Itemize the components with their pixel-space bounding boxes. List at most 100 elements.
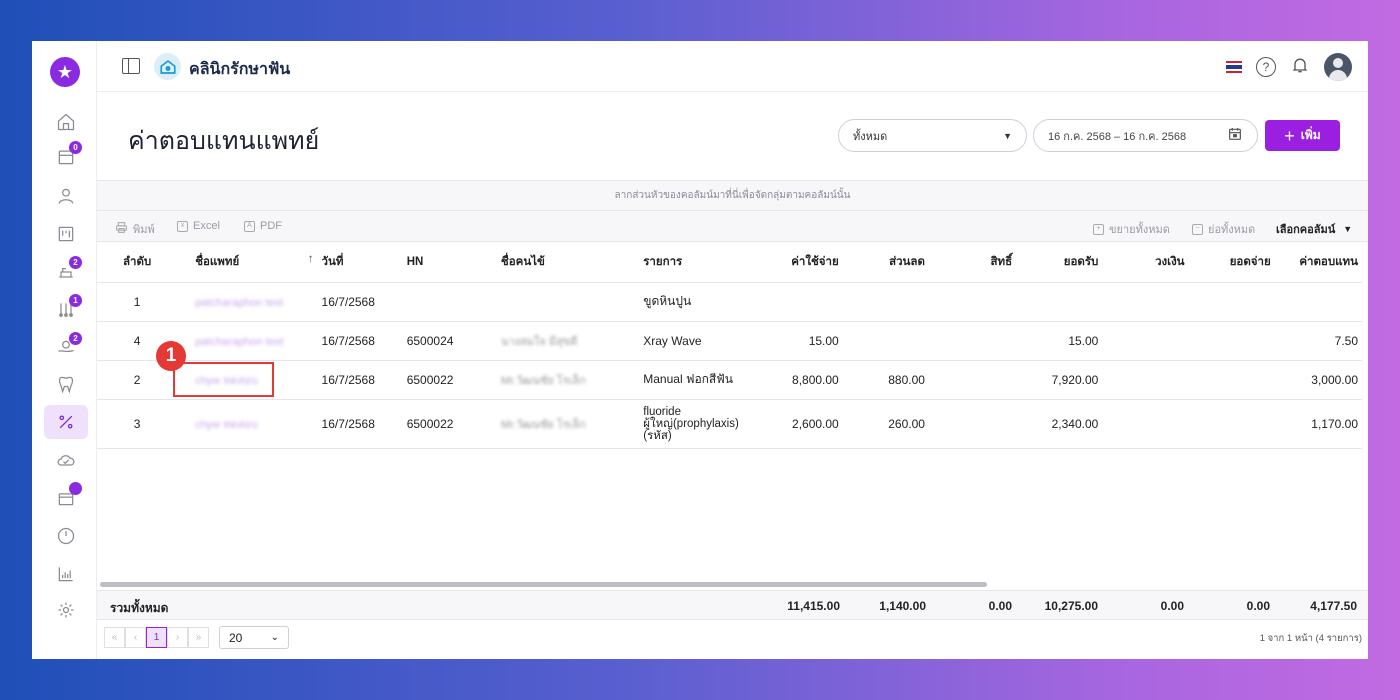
item-line: fluoride <box>643 405 681 418</box>
expand-all-button[interactable]: + ขยายทั้งหมด <box>1093 220 1170 238</box>
table-row[interactable]: 3 chyw ทดสอบ 16/7/2568 6500022 Mr.วัฒนชั… <box>97 399 1362 449</box>
cell-hn <box>396 282 491 322</box>
home-icon[interactable] <box>44 105 88 139</box>
page-size-select[interactable]: 20 ⌄ <box>219 626 289 649</box>
last-page-button[interactable]: » <box>188 627 209 648</box>
cell-date: 16/7/2568 <box>317 321 397 361</box>
horizontal-scrollbar[interactable] <box>100 582 987 587</box>
collapse-icon: − <box>1192 223 1203 235</box>
app-logo-star-icon[interactable]: ★ <box>50 57 80 87</box>
item-line: (รหัส) <box>643 429 672 442</box>
col-header-no[interactable]: ลำดับ <box>97 242 178 283</box>
doctor-name[interactable]: patcharaphon test <box>195 297 283 309</box>
table-row[interactable]: 2 chyw ทดสอบ 16/7/2568 6500022 Mr.วัฒนชั… <box>97 360 1362 400</box>
chevron-down-icon: ⌄ <box>270 632 279 643</box>
col-header-received[interactable]: ยอดรับ <box>1016 242 1103 283</box>
cell-fee: 3,000.00 <box>1274 360 1362 400</box>
prev-page-button[interactable]: ‹ <box>125 627 146 648</box>
page-number-button[interactable]: 1 <box>146 627 167 648</box>
col-header-right[interactable]: สิทธิ์ <box>928 242 1017 283</box>
doctor-filter-value: ทั้งหมด <box>853 130 888 143</box>
add-button[interactable]: + เพิ่ม <box>1265 120 1340 151</box>
cell-cost: 8,800.00 <box>778 360 843 400</box>
calendar-icon[interactable]: 0 <box>44 140 88 174</box>
toggle-sidebar-icon[interactable] <box>122 58 140 74</box>
sort-ascending-icon: ↑ <box>307 252 314 265</box>
cell-doctor[interactable]: patcharaphon test <box>177 321 318 361</box>
dental-chair-icon[interactable]: 2 <box>44 255 88 289</box>
tooth-icon[interactable] <box>44 367 88 401</box>
table-row[interactable]: 1 patcharaphon test 16/7/2568 ขูดหินปูน <box>97 282 1362 322</box>
pdf-button[interactable]: A PDF <box>244 220 282 232</box>
first-page-button[interactable]: « <box>104 627 125 648</box>
tools-icon[interactable]: 1 <box>44 293 88 327</box>
col-header-discount[interactable]: ส่วนลด <box>842 242 929 283</box>
cell-received <box>1016 282 1103 322</box>
box-icon[interactable] <box>44 481 88 515</box>
cell-hn: 6500024 <box>396 321 491 361</box>
caret-down-icon: ▼ <box>1003 130 1012 141</box>
col-header-date[interactable]: วันที่ <box>317 242 397 283</box>
choose-columns-button[interactable]: เลือกคอลัมน์ ▼ <box>1276 220 1352 238</box>
cloud-check-icon[interactable] <box>44 443 88 477</box>
help-icon[interactable]: ? <box>1256 57 1276 77</box>
col-header-hn[interactable]: HN <box>396 242 491 283</box>
collapse-all-button[interactable]: − ย่อทั้งหมด <box>1192 220 1255 238</box>
col-header-item[interactable]: รายการ <box>633 242 779 283</box>
table-header-row: ลำดับ ชื่อแพทย์ ↑ วันที่ HN ชื่อคนไข้ รา… <box>97 242 1362 283</box>
cell-cost <box>778 282 843 322</box>
col-header-patient[interactable]: ชื่อคนไข้ <box>490 242 634 283</box>
gauge-icon[interactable] <box>44 519 88 553</box>
board-icon[interactable] <box>44 217 88 251</box>
bell-icon[interactable] <box>1290 55 1310 80</box>
col-header-paid[interactable]: ยอดจ่าย <box>1188 242 1275 283</box>
cell-discount: 880.00 <box>842 360 929 400</box>
cell-fee: 1,170.00 <box>1274 399 1362 449</box>
cell-cost: 2,600.00 <box>778 399 843 449</box>
cell-limit <box>1102 360 1189 400</box>
printer-icon <box>115 221 128 237</box>
print-button[interactable]: พิมพ์ <box>115 220 155 238</box>
user-icon[interactable] <box>44 179 88 213</box>
cell-fee: 7.50 <box>1274 321 1362 361</box>
cell-right <box>928 360 1017 400</box>
percent-icon[interactable] <box>44 405 88 439</box>
date-range-picker[interactable]: 16 ก.ค. 2568 – 16 ก.ค. 2568 <box>1033 119 1258 152</box>
col-header-limit[interactable]: วงเงิน <box>1102 242 1189 283</box>
cell-paid <box>1188 399 1275 449</box>
cell-discount <box>842 321 929 361</box>
next-page-button[interactable]: › <box>167 627 188 648</box>
cell-fee <box>1274 282 1362 322</box>
pagination: « ‹ 1 › » 20 ⌄ <box>104 626 289 649</box>
cell-patient <box>490 282 634 322</box>
hand-coin-icon[interactable]: 2 <box>44 331 88 365</box>
col-header-cost[interactable]: ค่าใช้จ่าย <box>778 242 843 283</box>
page-info: 1 จาก 1 หน้า (4 รายการ) <box>1259 633 1362 644</box>
page-title: ค่าตอบแทนแพทย์ <box>128 127 320 155</box>
cell-doctor[interactable]: patcharaphon test <box>177 282 318 322</box>
excel-button[interactable]: x Excel <box>177 220 220 232</box>
group-by-drop-area[interactable]: ลากส่วนหัวของคอลัมน์มาที่นี่เพื่อจัดกลุ่… <box>97 180 1368 211</box>
total-cost: 11,415.00 <box>787 599 840 613</box>
total-right: 0.00 <box>988 599 1012 613</box>
patient-name: Mr.วัฒนชัย โรเล็ก <box>500 418 586 431</box>
doctor-name[interactable]: chyw ทดสอบ <box>195 419 258 431</box>
thai-flag-icon[interactable] <box>1226 61 1242 73</box>
cell-patient: Mr.วัฒนชัย โรเล็ก <box>490 360 634 400</box>
doctor-name[interactable]: patcharaphon test <box>195 336 283 348</box>
cell-right <box>928 399 1017 449</box>
chart-icon[interactable] <box>44 557 88 591</box>
table-row[interactable]: 4 patcharaphon test 16/7/2568 6500024 นา… <box>97 321 1362 361</box>
cell-doctor[interactable]: chyw ทดสอบ <box>177 399 318 449</box>
date-range-value: 16 ก.ค. 2568 – 16 ก.ค. 2568 <box>1048 130 1187 143</box>
cell-date: 16/7/2568 <box>317 282 397 322</box>
calendar-picker-icon[interactable] <box>1227 126 1243 145</box>
cell-item: fluoride ผู้ใหญ่(prophylaxis) (รหัส) <box>633 399 779 449</box>
doctor-filter-select[interactable]: ทั้งหมด ▼ <box>838 119 1027 152</box>
col-header-fee[interactable]: ค่าตอบแทน <box>1274 242 1362 283</box>
cell-paid <box>1188 282 1275 322</box>
gear-icon[interactable] <box>44 593 88 627</box>
user-avatar[interactable] <box>1324 53 1352 81</box>
col-header-doctor[interactable]: ชื่อแพทย์ ↑ <box>177 242 318 283</box>
hand-coin-badge: 2 <box>69 332 82 345</box>
